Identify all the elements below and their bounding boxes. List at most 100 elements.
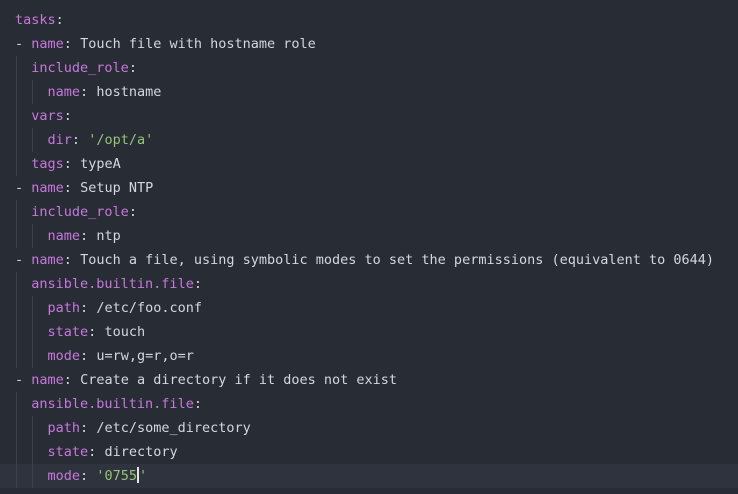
line-prefix [15,84,48,100]
code-line[interactable]: - name: Create a directory if it does no… [0,368,738,392]
yaml-value: /etc/some_directory [96,420,251,436]
indent-guide [16,128,17,152]
code-line[interactable]: ansible.builtin.file: [0,272,738,296]
yaml-key: name [31,372,64,388]
yaml-key: tasks [15,12,56,28]
code-line[interactable]: - name: Touch file with hostname role [0,32,738,56]
colon: : [80,300,89,316]
colon: : [80,228,89,244]
code-line[interactable]: mode: u=rw,g=r,o=r [0,344,738,368]
code-line[interactable]: vars: [0,104,738,128]
code-line[interactable]: tags: typeA [0,152,738,176]
code-line[interactable]: ansible.builtin.file: [0,392,738,416]
code-line[interactable]: state: directory [0,440,738,464]
yaml-key: state [47,324,89,340]
indent-guide [32,320,34,344]
yaml-value: Create a directory if it does not exist [80,372,398,388]
colon: : [128,60,137,76]
indent-guide [32,464,34,488]
yaml-key: mode [47,468,81,484]
yaml-key: path [47,300,81,316]
yaml-value: /etc/foo.conf [96,300,202,316]
indent-guide [16,416,17,440]
yaml-value: Setup NTP [80,180,154,196]
indent-guide [32,296,34,320]
line-prefix [15,348,48,364]
line-prefix [15,156,31,172]
colon: : [63,156,72,172]
line-prefix [15,60,31,76]
indent-guide [16,296,17,320]
yaml-value: touch [104,324,146,340]
code-line[interactable]: name: ntp [0,224,738,248]
line-prefix: - [15,180,32,196]
yaml-value: Touch file with hostname role [80,36,316,52]
indent-guide [32,440,34,464]
line-prefix [15,324,48,340]
indent-guide [16,272,17,296]
yaml-value: directory [104,444,178,460]
line-prefix [15,396,31,412]
indent-guide [16,56,17,80]
indent-guide [16,440,17,464]
yaml-key: include_role [31,204,129,220]
code-line[interactable]: path: /etc/some_directory [0,416,738,440]
code-editor[interactable]: tasks: - name: Touch file with hostname r… [0,0,738,494]
code-line[interactable]: tasks: [0,8,738,32]
yaml-value: '0755 [96,468,137,484]
yaml-value: hostname [96,84,162,100]
colon: : [80,420,89,436]
code-line[interactable]: name: hostname [0,80,738,104]
yaml-key: dir [47,132,72,148]
line-prefix [15,420,48,436]
line-prefix [15,132,48,148]
code-line[interactable]: mode: '0755 ' [0,464,738,488]
code-line[interactable]: - name: Setup NTP [0,176,738,200]
code-line[interactable]: path: /etc/foo.conf [0,296,738,320]
line-prefix [15,444,48,460]
colon: : [80,468,89,484]
colon: : [63,108,72,124]
indent-guide [16,152,17,176]
yaml-value: '/opt/a' [88,132,154,148]
indent-guide [16,344,17,368]
line-prefix [15,300,48,316]
yaml-key: name [47,84,81,100]
indent-guide [16,200,17,224]
colon: : [55,12,64,28]
yaml-key: state [47,444,89,460]
indent-guide [16,80,17,104]
colon: : [128,204,137,220]
yaml-key: name [31,180,64,196]
indent-guide [32,344,34,368]
colon: : [193,396,202,412]
code-line[interactable]: include_role: [0,200,738,224]
colon: : [71,132,81,148]
yaml-key: ansible.builtin.file [31,276,194,292]
indent-guide [32,416,34,440]
colon: : [80,84,89,100]
yaml-key: include_role [31,60,129,76]
indent-guide [16,392,17,416]
indent-guide [16,320,17,344]
indent-guide [32,80,34,104]
yaml-key: mode [47,348,81,364]
colon: : [63,372,72,388]
line-prefix [15,108,31,124]
line-prefix: - [15,372,32,388]
code-line[interactable]: - name: Touch a file, using symbolic mod… [0,248,738,272]
line-prefix [15,276,31,292]
colon: : [193,276,202,292]
yaml-key: tags [31,156,64,172]
yaml-key: ansible.builtin.file [31,396,194,412]
code-line[interactable]: state: touch [0,320,738,344]
code-line[interactable]: include_role: [0,56,738,80]
code-line[interactable]: dir: '/opt/a' [0,128,738,152]
colon: : [63,180,72,196]
indent-guide [32,128,34,152]
